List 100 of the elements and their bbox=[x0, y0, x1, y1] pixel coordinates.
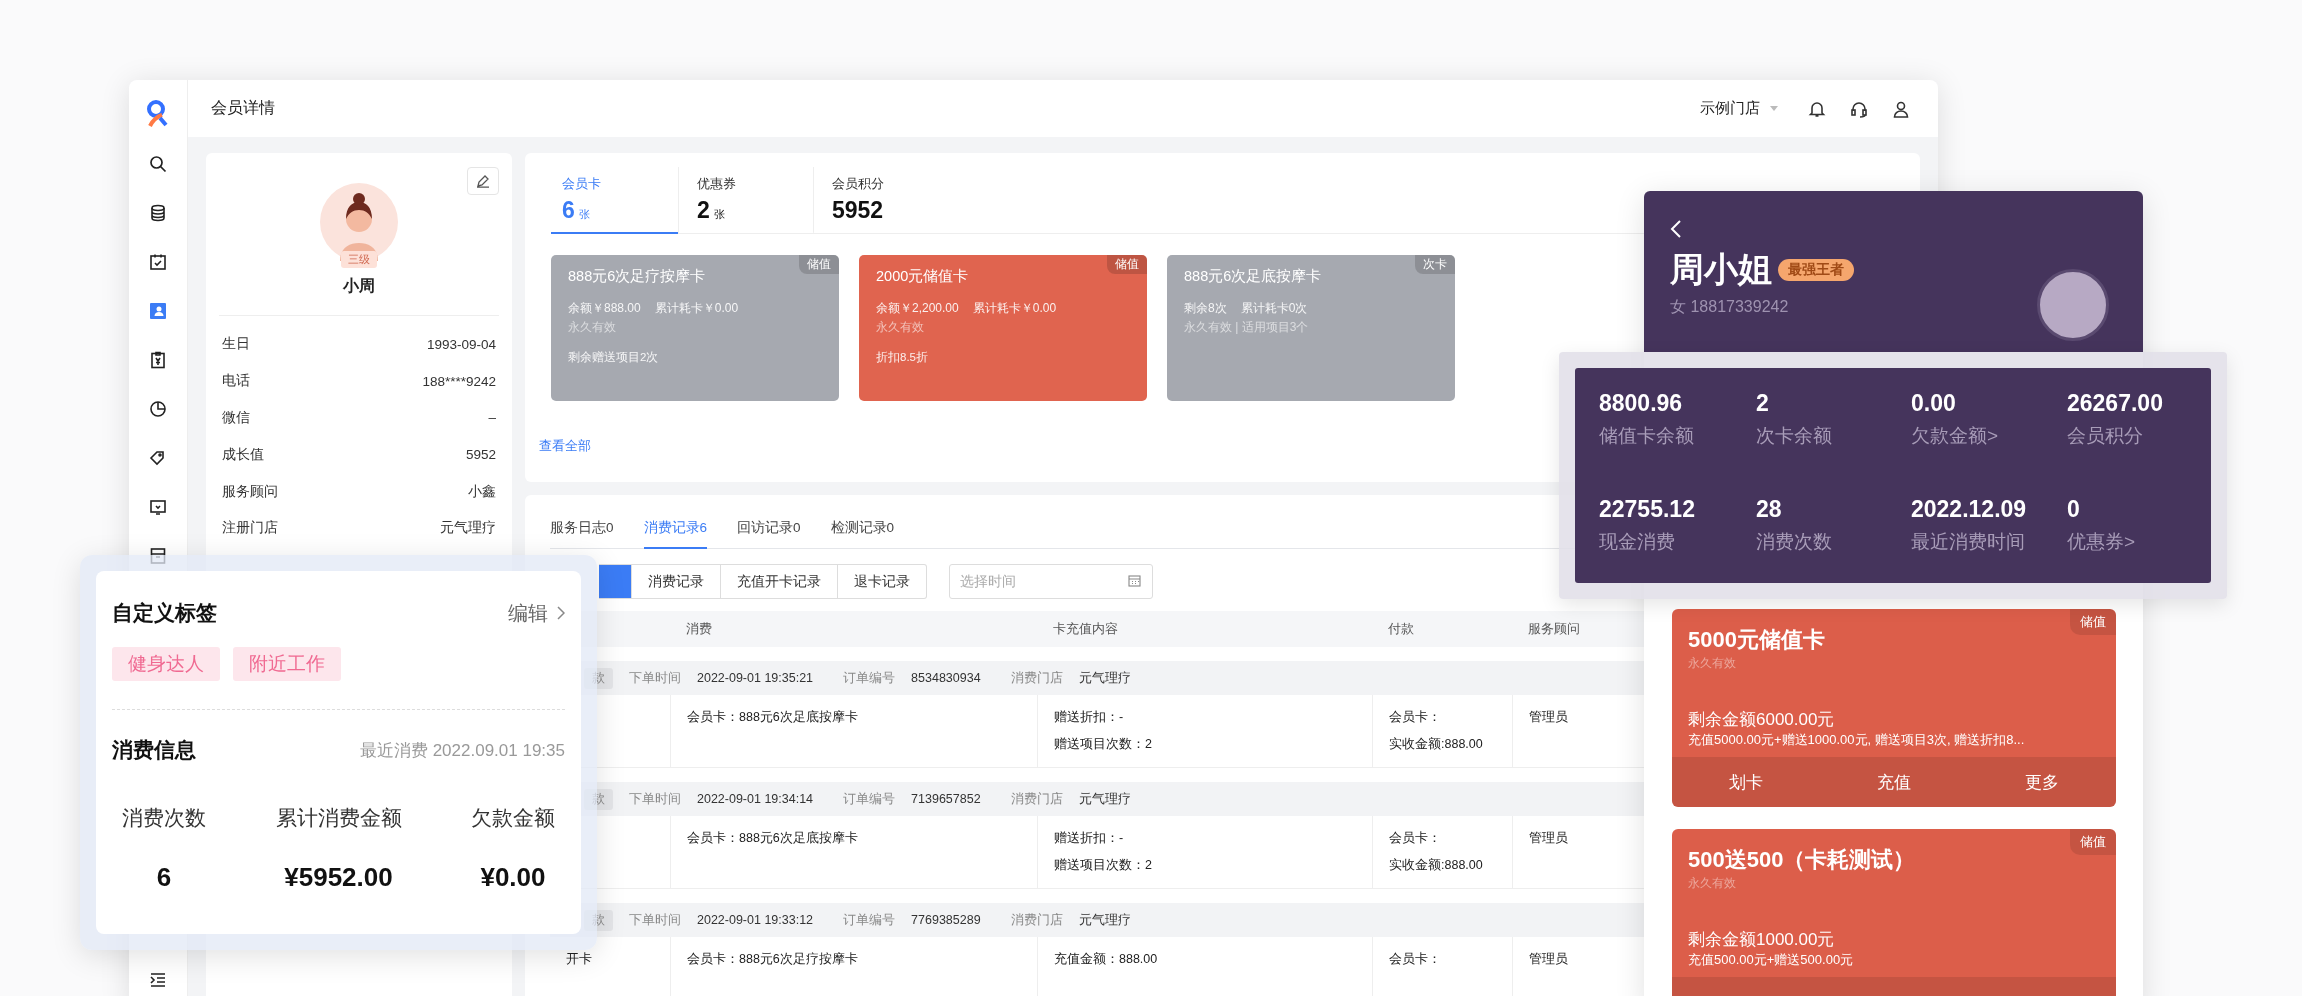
edit-link[interactable]: 编辑 bbox=[508, 599, 565, 627]
store-selector[interactable]: 示例门店 bbox=[1700, 99, 1778, 118]
summary-tab[interactable]: 优惠券 2 张 bbox=[678, 167, 813, 234]
stored-value-card[interactable]: 储值 5000元储值卡 永久有效 剩余金额6000.00元 充值5000.00元+赠送1000.00元, 赠送项目3次, 赠送折扣8... 划卡 充值 更多 bbox=[1672, 609, 2116, 807]
calendar-check-icon bbox=[149, 253, 167, 271]
table-cell: 会员卡：888元6次足疗按摩卡 bbox=[687, 951, 858, 968]
stored-value-card[interactable]: 储值 500送500（卡耗测试） 永久有效 剩余金额1000.00元 充值500.00元+赠送500.00元 bbox=[1672, 829, 2116, 996]
stat-label: 消费次数 bbox=[1756, 529, 1833, 554]
card-title: 2000元储值卡 bbox=[876, 267, 970, 286]
sidebar-item[interactable] bbox=[149, 400, 167, 418]
tag: 健身达人 bbox=[112, 647, 220, 681]
sidebar-item[interactable] bbox=[149, 155, 167, 173]
order-label: 下单时间 bbox=[629, 669, 681, 687]
records-tab[interactable]: 消费记录6 bbox=[643, 519, 708, 549]
stat-label: 欠款金额 bbox=[471, 805, 555, 831]
card-stat: 余额￥888.00 bbox=[568, 300, 641, 317]
card-type-tag: 储值 bbox=[2070, 609, 2116, 635]
order-label: 消费门店 bbox=[1010, 669, 1063, 687]
summary-tab[interactable]: 会员卡 6 张 bbox=[551, 167, 678, 234]
field-value: 小鑫 bbox=[468, 482, 496, 501]
card-balance: 剩余金额6000.00元 bbox=[1688, 709, 1836, 731]
field-label: 注册门店 bbox=[222, 519, 278, 538]
stat-value: 8800.96 bbox=[1599, 390, 1684, 417]
pie-chart-icon bbox=[149, 400, 167, 418]
field-label: 成长值 bbox=[222, 445, 264, 464]
sidebar-item[interactable] bbox=[149, 498, 167, 516]
database-icon bbox=[149, 204, 167, 222]
date-field[interactable]: 选择时间 bbox=[949, 564, 1153, 599]
bell-icon[interactable] bbox=[1808, 99, 1826, 118]
filter-segment[interactable]: 充值开卡记录 bbox=[720, 565, 837, 598]
stat-value: 2 bbox=[1756, 390, 1770, 417]
card-title: 888元6次足疗按摩卡 bbox=[568, 267, 707, 286]
sidebar-item[interactable] bbox=[149, 449, 167, 467]
list-indent-icon bbox=[149, 972, 167, 988]
filter-segment[interactable]: 退卡记录 bbox=[837, 565, 926, 598]
records-tab[interactable]: 检测记录0 bbox=[830, 519, 895, 549]
order-number: 7769385289 bbox=[911, 913, 981, 927]
stat-value: 28 bbox=[1756, 495, 1783, 523]
card-title: 888元6次足底按摩卡 bbox=[1184, 267, 1323, 286]
stat-value: 2022.12.09 bbox=[1911, 495, 2028, 523]
order-label: 消费门店 bbox=[1010, 790, 1063, 808]
filter-segment[interactable]: 消费记录 bbox=[631, 565, 720, 598]
order-label: 订单编号 bbox=[843, 790, 896, 808]
table-cell: 管理员 bbox=[1529, 709, 1568, 726]
tag: 附近工作 bbox=[233, 647, 341, 681]
card-title: 5000元储值卡 bbox=[1688, 626, 1826, 654]
summary-tab[interactable]: 会员积分 5952 bbox=[813, 167, 948, 234]
user-icon[interactable] bbox=[1892, 99, 1910, 118]
table-cell: 管理员 bbox=[1529, 951, 1568, 968]
stat-value: 26267.00 bbox=[2067, 390, 2164, 417]
page-title: 会员详情 bbox=[211, 98, 275, 118]
column-header: 消费 bbox=[685, 620, 713, 638]
stat-value: ¥0.00 bbox=[480, 862, 546, 893]
table-cell: 实收金额:888.00 bbox=[1389, 736, 1483, 753]
card-stat: 累计耗卡0次 bbox=[1240, 300, 1308, 317]
sidebar-item[interactable] bbox=[149, 204, 167, 222]
chevron-right-icon bbox=[556, 606, 565, 620]
stat-value: 0 bbox=[2067, 495, 2081, 523]
contact-card-icon bbox=[149, 302, 167, 320]
sidebar-item[interactable] bbox=[149, 351, 167, 369]
sidebar-item[interactable] bbox=[149, 972, 167, 988]
field-label: 电话 bbox=[222, 372, 250, 391]
back-icon[interactable] bbox=[1670, 219, 1682, 239]
headset-icon[interactable] bbox=[1850, 99, 1868, 118]
card-title: 500送500（卡耗测试） bbox=[1688, 846, 1917, 874]
stat-label: 现金消费 bbox=[1599, 529, 1676, 554]
stat-label: 储值卡余额 bbox=[1599, 424, 1695, 448]
order-label: 消费门店 bbox=[1010, 911, 1063, 929]
card-action-button[interactable]: 更多 bbox=[1968, 757, 2116, 807]
table-cell: 会员卡： bbox=[1389, 830, 1441, 847]
records-tab[interactable]: 回访记录0 bbox=[737, 519, 801, 549]
caret-icon bbox=[1770, 105, 1778, 112]
member-info: 女 18817339242 bbox=[1670, 297, 1789, 317]
table-cell: 管理员 bbox=[1529, 830, 1568, 847]
table-cell: 赠送折扣：- bbox=[1054, 709, 1124, 726]
records-tab[interactable]: 服务日志0 bbox=[550, 519, 614, 549]
edit-button[interactable] bbox=[467, 167, 499, 195]
card-action-button[interactable]: 划卡 bbox=[1672, 757, 1820, 807]
card-action-button[interactable]: 充值 bbox=[1820, 757, 1968, 807]
card-note: 折扣8.5折 bbox=[876, 350, 929, 365]
stat-value: 6 bbox=[156, 862, 172, 893]
order-time: 2022-09-01 19:33:12 bbox=[697, 913, 814, 927]
table-cell: 会员卡： bbox=[1389, 709, 1441, 726]
view-all-link[interactable]: 查看全部 bbox=[539, 437, 591, 455]
table-cell: 赠送折扣：- bbox=[1054, 830, 1124, 847]
member-card[interactable]: 储值 2000元储值卡 余额￥2,200.00 累计耗卡￥0.00 永久有效 折扣8.5折 bbox=[859, 255, 1147, 401]
field-value: 元气理疗 bbox=[440, 519, 496, 538]
field-label: 服务顾问 bbox=[222, 482, 278, 501]
recent-consumption: 最近消费 2022.09.01 19:35 bbox=[359, 739, 565, 762]
calendar-icon bbox=[1128, 575, 1141, 587]
field-value: 1993-09-04 bbox=[426, 336, 496, 352]
card-stat: 累计耗卡￥0.00 bbox=[654, 300, 739, 317]
order-label: 订单编号 bbox=[843, 669, 896, 687]
field-value: 188****9242 bbox=[422, 373, 496, 389]
level-badge: 三级 bbox=[341, 251, 377, 268]
card-validity: 永久有效 bbox=[876, 319, 925, 336]
card-detail: 充值500.00元+赠送500.00元 bbox=[1688, 951, 1855, 969]
card-validity: 永久有效 bbox=[1688, 655, 1737, 672]
card-type-tag: 储值 bbox=[2070, 829, 2116, 855]
sidebar-item[interactable] bbox=[149, 253, 167, 271]
